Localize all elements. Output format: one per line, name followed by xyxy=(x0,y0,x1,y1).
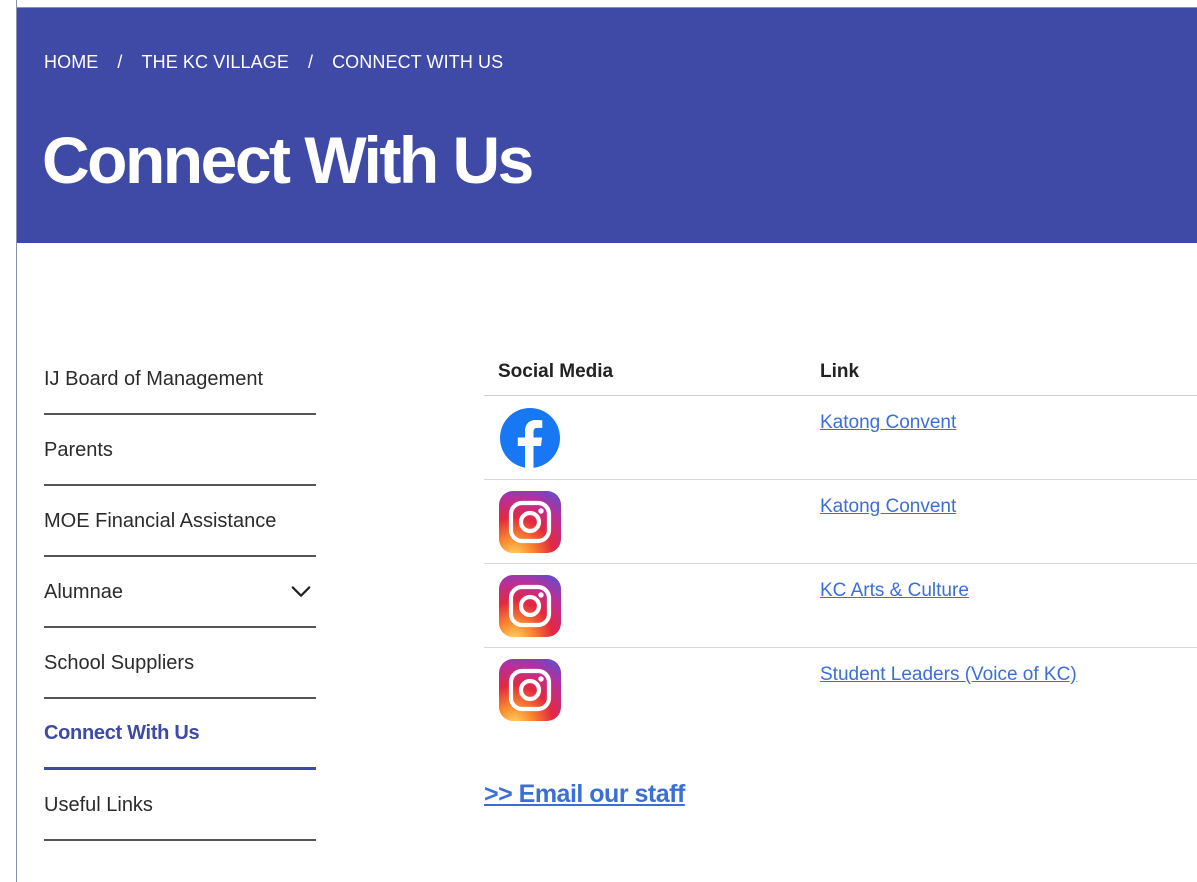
table-row: KC Arts & Culture xyxy=(484,564,1197,648)
column-header-social-media: Social Media xyxy=(498,360,614,382)
sidebar-item-label: MOE Financial Assistance xyxy=(44,509,277,532)
hero-banner: HOME / THE KC VILLAGE / CONNECT WITH US … xyxy=(17,8,1197,243)
social-media-table: Social Media Link Katong Convent Katong … xyxy=(484,348,1197,732)
chevron-down-icon[interactable] xyxy=(290,581,312,603)
sidebar-item-label: Connect With Us xyxy=(44,722,200,744)
table-row: Student Leaders (Voice of KC) xyxy=(484,648,1197,732)
link-cell: Student Leaders (Voice of KC) xyxy=(820,648,1197,732)
social-icon-cell xyxy=(484,564,820,647)
facebook-katong-convent-link[interactable]: Katong Convent xyxy=(820,412,956,433)
table-row: Katong Convent xyxy=(484,396,1197,480)
breadcrumb-current: CONNECT WITH US xyxy=(332,52,504,72)
sidebar-item-school-suppliers[interactable]: School Suppliers xyxy=(44,628,316,699)
sidebar-item-ij-board[interactable]: IJ Board of Management xyxy=(44,344,316,415)
sidebar-item-label: Parents xyxy=(44,438,113,461)
sidebar-item-alumnae[interactable]: Alumnae xyxy=(44,557,316,628)
breadcrumb-kc-village[interactable]: THE KC VILLAGE xyxy=(142,52,289,73)
social-icon-cell xyxy=(484,648,820,732)
sidebar-item-label: Useful Links xyxy=(44,793,153,816)
instagram-icon xyxy=(499,574,561,637)
link-cell: KC Arts & Culture xyxy=(820,564,1197,647)
instagram-icon xyxy=(499,490,561,553)
sidebar-item-label: Alumnae xyxy=(44,580,123,603)
facebook-icon xyxy=(500,407,560,468)
instagram-katong-convent-link[interactable]: Katong Convent xyxy=(820,496,956,517)
instagram-icon xyxy=(499,659,561,721)
breadcrumb-separator: / xyxy=(307,52,314,72)
page-title: Connect With Us xyxy=(42,123,534,197)
sidebar-item-label: School Suppliers xyxy=(44,651,195,674)
table-header: Social Media Link xyxy=(484,348,1197,396)
sidebar-item-moe-financial-assistance[interactable]: MOE Financial Assistance xyxy=(44,486,316,557)
column-header-link: Link xyxy=(820,360,860,382)
social-icon-cell xyxy=(484,396,820,479)
sidebar-item-label: IJ Board of Management xyxy=(44,367,264,390)
instagram-student-leaders-link[interactable]: Student Leaders (Voice of KC) xyxy=(820,664,1077,685)
email-our-staff-link[interactable]: >> Email our staff xyxy=(484,780,685,809)
breadcrumb-home[interactable]: HOME xyxy=(44,52,98,73)
link-cell: Katong Convent xyxy=(820,480,1197,563)
sidebar-item-parents[interactable]: Parents xyxy=(44,415,316,486)
breadcrumb-separator: / xyxy=(117,52,123,72)
link-cell: Katong Convent xyxy=(820,396,1197,479)
page: HOME / THE KC VILLAGE / CONNECT WITH US … xyxy=(0,0,1197,882)
table-row: Katong Convent xyxy=(484,480,1197,564)
breadcrumb: HOME / THE KC VILLAGE / CONNECT WITH US xyxy=(44,52,503,73)
social-icon-cell xyxy=(484,480,820,563)
sidebar-item-useful-links[interactable]: Useful Links xyxy=(44,770,316,841)
sidebar-nav: IJ Board of Management Parents MOE Finan… xyxy=(44,344,316,841)
instagram-kc-arts-culture-link[interactable]: KC Arts & Culture xyxy=(820,580,969,601)
sidebar-item-connect-with-us[interactable]: Connect With Us xyxy=(44,699,316,770)
